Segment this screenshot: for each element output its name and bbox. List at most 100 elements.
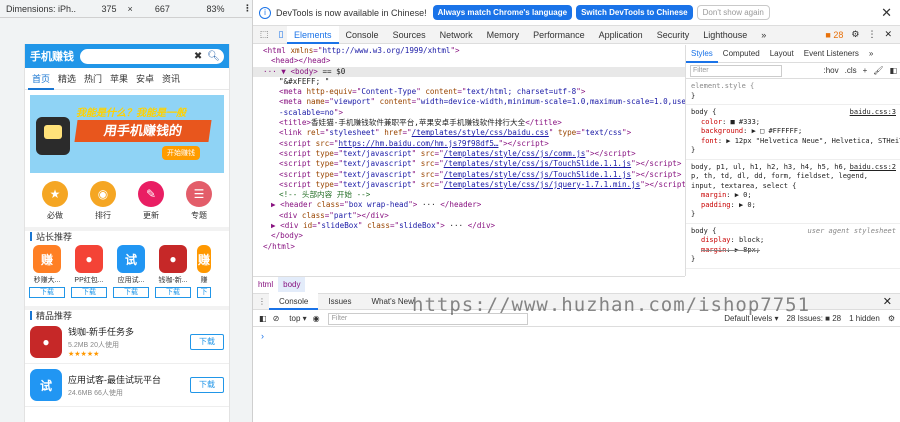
promo-banner[interactable]: 我能是什么？我能是一般 用手机赚钱的 开始赚钱: [30, 95, 224, 173]
sidebar-toggle-icon[interactable]: ◧: [259, 314, 267, 323]
dom-node-line[interactable]: <script type="text/javascript" src="/tem…: [253, 170, 685, 180]
download-button[interactable]: 下载: [71, 287, 107, 298]
close-icon[interactable]: ✕: [884, 29, 892, 40]
breadcrumb-body[interactable]: body: [278, 276, 306, 292]
dom-node-line[interactable]: ▶ <header class="box wrap-head"> ··· </h…: [253, 200, 685, 210]
drawer-tab-whats-new[interactable]: What's New: [361, 293, 423, 310]
console-prompt[interactable]: ›: [261, 331, 264, 341]
dom-node-line[interactable]: ▶ <div id="slideBox" class="slideBox"> ·…: [253, 221, 685, 231]
dom-node-line[interactable]: <div class="part"></div>: [253, 211, 685, 221]
drawer-tab-issues[interactable]: Issues: [318, 293, 361, 310]
style-rule[interactable]: user agent stylesheet body {display: bloc…: [686, 224, 900, 269]
hover-state-toggle[interactable]: :hov: [823, 66, 838, 75]
app-card[interactable]: 试 应用试... 下载: [113, 245, 149, 298]
category-topic[interactable]: ☰ 专题: [182, 181, 216, 221]
dom-node-line[interactable]: <script type="text/javascript" src="/tem…: [253, 180, 685, 190]
download-button[interactable]: 下载: [155, 287, 191, 298]
vertical-dots-icon[interactable]: ⋮: [255, 297, 269, 306]
gear-icon[interactable]: ⚙: [888, 314, 895, 323]
class-toggle[interactable]: .cls: [845, 66, 857, 75]
list-item[interactable]: 试 应用试客-最佳试玩平台 24.6MB 66人使用 下载: [25, 364, 229, 407]
nav-item-news[interactable]: 资讯: [158, 68, 184, 90]
dom-node-line[interactable]: <link rel="stylesheet" href="/templates/…: [253, 128, 685, 138]
dom-node-line[interactable]: "&#xFEFF; ": [253, 77, 685, 87]
zoom-select[interactable]: 83%: [196, 4, 235, 14]
dimensions-select[interactable]: Dimensions: iPh...: [0, 4, 76, 14]
nav-item-android[interactable]: 安卓: [132, 68, 158, 90]
dom-node-line[interactable]: <html xmlns="http://www.w3.org/1999/xhtm…: [253, 46, 685, 56]
more-tabs-icon[interactable]: »: [864, 45, 878, 63]
tab-elements[interactable]: Elements: [287, 25, 339, 44]
issues-badge[interactable]: ■ 28: [825, 30, 843, 40]
nav-item-apple[interactable]: 苹果: [106, 68, 132, 90]
tab-security[interactable]: Security: [650, 26, 697, 44]
css-property[interactable]: color: ■ #333;: [691, 118, 896, 128]
download-button[interactable]: 下载: [190, 333, 224, 350]
css-property[interactable]: display: block;: [691, 236, 896, 246]
elements-tree[interactable]: <html xmlns="http://www.w3.org/1999/xhtm…: [253, 45, 685, 276]
dom-node-line[interactable]: <title>香娃猫-手机赚钱软件兼职平台,苹果安卓手机赚钱软件排行大全</ti…: [253, 118, 685, 128]
tab-console[interactable]: Console: [339, 26, 386, 44]
app-card[interactable]: 赚 赚 下: [197, 245, 211, 298]
sidebar-toggle-icon[interactable]: ◧: [889, 66, 897, 75]
download-button[interactable]: 下载: [113, 287, 149, 298]
tab-network[interactable]: Network: [433, 26, 480, 44]
dom-node-line[interactable]: -scalable=no">: [253, 108, 685, 118]
dom-node-line[interactable]: </body>: [253, 231, 685, 241]
tab-lighthouse[interactable]: Lighthouse: [696, 26, 754, 44]
app-card[interactable]: ● PP红包... 下载: [71, 245, 107, 298]
download-button[interactable]: 下载: [29, 287, 65, 298]
dom-node-line[interactable]: <!-- 头部内容 开始 -->: [253, 190, 685, 200]
category-ranking[interactable]: ◉ 排行: [86, 181, 120, 221]
tab-performance[interactable]: Performance: [526, 26, 592, 44]
tab-computed[interactable]: Computed: [718, 45, 765, 63]
tab-memory[interactable]: Memory: [480, 26, 527, 44]
style-rule[interactable]: element.style {}: [686, 79, 900, 105]
nav-item-hot[interactable]: 热门: [80, 68, 106, 90]
gear-icon[interactable]: ⚙: [851, 29, 859, 40]
dom-node-line[interactable]: ··· ▼ <body> == $0: [253, 66, 685, 77]
tab-styles[interactable]: Styles: [686, 45, 718, 63]
dom-node-line[interactable]: <script src="https://hm.baidu.com/hm.js?…: [253, 139, 685, 149]
vertical-dots-icon[interactable]: ⋮: [243, 3, 252, 14]
tab-layout[interactable]: Layout: [765, 45, 799, 63]
log-levels-select[interactable]: Default levels ▾: [724, 314, 778, 323]
css-property[interactable]: background: ▶ □ #FFFFFF;: [691, 127, 896, 137]
style-rule[interactable]: baidu.css:2 body, p1, ul, h1, h2, h3, h4,…: [686, 160, 900, 224]
rule-source-link[interactable]: baidu.css:3: [850, 108, 896, 118]
download-button[interactable]: 下: [197, 287, 211, 298]
close-icon[interactable]: ✖: [194, 51, 202, 62]
app-card[interactable]: ● 钱咖-新... 下载: [155, 245, 191, 298]
device-toolbar-icon[interactable]: ▯: [275, 29, 287, 40]
vertical-dots-icon[interactable]: ⋮: [867, 29, 876, 40]
drawer-tab-console[interactable]: Console: [269, 293, 319, 310]
dom-node-line[interactable]: <script type="text/javascript" src="/tem…: [253, 159, 685, 169]
clear-console-icon[interactable]: ⊘: [273, 314, 280, 323]
add-rule-button[interactable]: +: [863, 66, 868, 75]
context-select[interactable]: top ▾: [289, 314, 306, 323]
search-box[interactable]: ✖ 🔍︎: [80, 48, 224, 64]
eye-icon[interactable]: ◉: [313, 314, 320, 323]
paint-icon[interactable]: 🖌︎: [873, 66, 883, 75]
device-height-input[interactable]: 667: [143, 4, 182, 14]
category-must-do[interactable]: ★ 必做: [38, 181, 72, 221]
tab-event-listeners[interactable]: Event Listeners: [799, 45, 864, 63]
dom-node-line[interactable]: </html>: [253, 242, 685, 252]
inspect-element-icon[interactable]: ⬚: [258, 29, 270, 40]
list-item[interactable]: ● 钱咖-新手任务多 5.2MB 20人使用 ★★★★★ 下载: [25, 320, 229, 364]
console-filter-input[interactable]: Filter: [327, 312, 528, 325]
breadcrumb-html[interactable]: html: [253, 277, 278, 292]
tab-application[interactable]: Application: [592, 26, 650, 44]
always-match-language-button[interactable]: Always match Chrome's language: [432, 5, 573, 20]
download-button[interactable]: 下载: [190, 377, 224, 393]
category-update[interactable]: ✎ 更新: [134, 181, 168, 221]
css-property[interactable]: margin: ▶ 0;: [691, 191, 896, 201]
close-icon[interactable]: ✕: [883, 295, 892, 308]
dom-node-line[interactable]: <meta name="viewport" content="width=dev…: [253, 97, 685, 107]
dom-node-line[interactable]: <meta http-equiv="Content-Type" content=…: [253, 87, 685, 97]
app-card[interactable]: 赚 秒赚大... 下载: [29, 245, 65, 298]
dom-node-line[interactable]: <script type="text/javascript" src="/tem…: [253, 149, 685, 159]
styles-filter-input[interactable]: Filter: [690, 64, 782, 77]
close-icon[interactable]: ✕: [881, 5, 892, 21]
css-property[interactable]: margin: ▶ 8px;: [691, 246, 896, 256]
